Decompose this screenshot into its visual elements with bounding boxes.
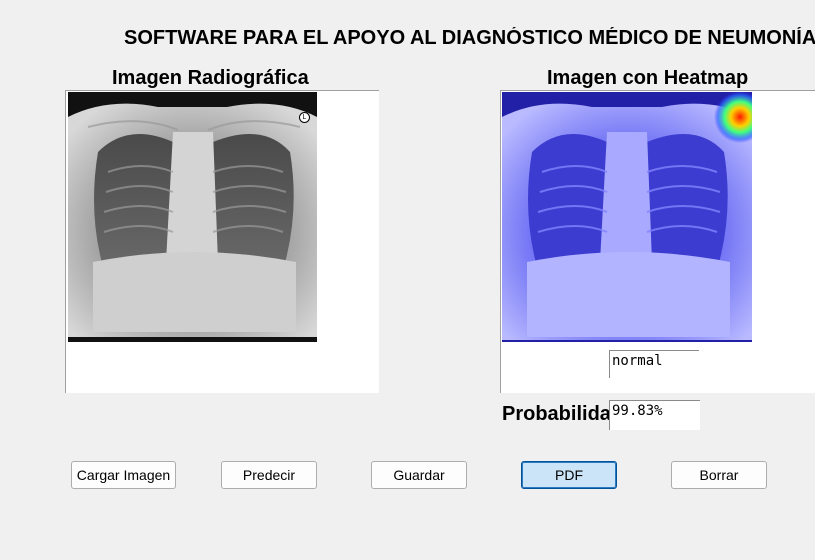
clear-button[interactable]: Borrar <box>671 461 767 489</box>
probability-label: Probabilidad <box>502 403 610 425</box>
xray-panel-title: Imagen Radiográfica <box>112 67 309 89</box>
load-image-button[interactable]: Cargar Imagen <box>71 461 176 489</box>
diagnosis-result-field: normal <box>609 350 699 378</box>
predict-button[interactable]: Predecir <box>221 461 317 489</box>
xray-graphic <box>68 92 317 342</box>
heatmap-graphic <box>502 92 752 342</box>
app-title: SOFTWARE PARA EL APOYO AL DIAGNÓSTICO MÉ… <box>124 27 815 49</box>
xray-image: L <box>68 92 317 342</box>
heatmap-image <box>502 92 752 342</box>
side-marker-icon: L <box>299 112 310 123</box>
xray-canvas: L <box>65 90 379 393</box>
heatmap-canvas <box>500 90 815 393</box>
heatmap-panel-title: Imagen con Heatmap <box>547 67 749 89</box>
probability-field: 99.83% <box>609 400 700 430</box>
pdf-button[interactable]: PDF <box>521 461 617 489</box>
save-button[interactable]: Guardar <box>371 461 467 489</box>
